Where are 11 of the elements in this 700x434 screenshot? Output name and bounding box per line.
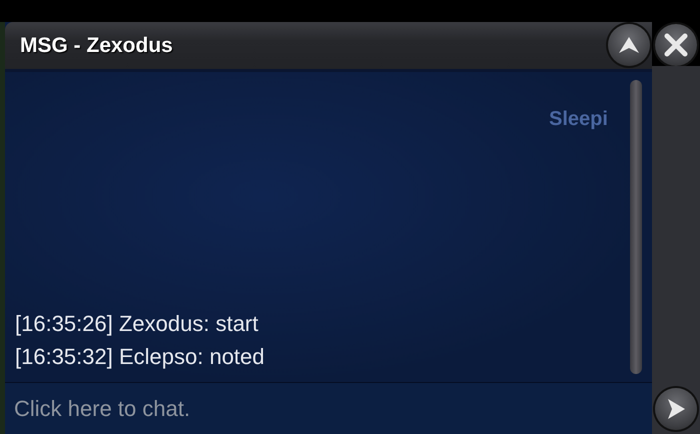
scrollbar[interactable] [630, 80, 642, 374]
play-icon [666, 398, 686, 420]
close-icon [664, 33, 688, 57]
collapse-button[interactable] [608, 24, 650, 66]
close-button[interactable] [655, 24, 697, 66]
window-title: MSG - Zexodus [20, 34, 174, 58]
send-button[interactable] [655, 388, 697, 430]
world-label: Sleepi [549, 108, 609, 131]
chat-message: [16:35:26] Zexodus: start [15, 310, 260, 338]
up-arrow-icon [618, 36, 640, 54]
chat-message: [16:35:32] Eclepso: noted [15, 343, 266, 371]
